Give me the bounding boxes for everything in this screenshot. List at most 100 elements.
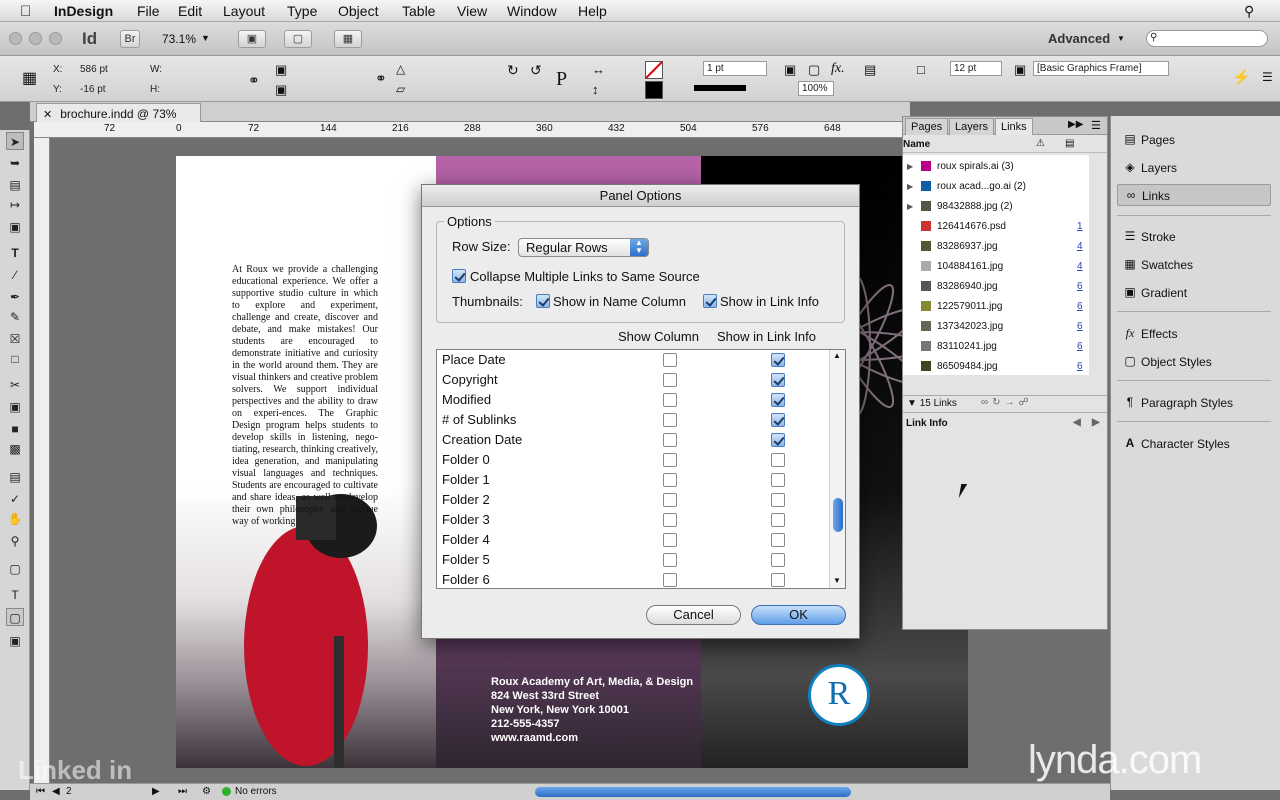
- content-collector-icon[interactable]: ▣: [6, 218, 24, 236]
- tab-layers[interactable]: Layers: [949, 118, 995, 135]
- horizontal-scrollbar-thumb[interactable]: [535, 787, 851, 797]
- last-page-icon[interactable]: ⏭: [178, 786, 187, 797]
- gap-tool-icon[interactable]: ↦: [6, 196, 24, 214]
- ok-button[interactable]: OK: [751, 605, 846, 625]
- status-column-icon[interactable]: ⚠: [1036, 138, 1045, 149]
- dock-layers[interactable]: ◈ Layers: [1117, 157, 1271, 179]
- view-options-icon[interactable]: ▣: [238, 30, 266, 48]
- dock-stroke[interactable]: ☰ Stroke: [1117, 226, 1271, 248]
- show-in-link-info-checkbox[interactable]: [771, 413, 785, 427]
- menu-view[interactable]: View: [457, 3, 487, 19]
- object-style-dropdown[interactable]: [Basic Graphics Frame]: [1033, 61, 1169, 76]
- vertical-ruler[interactable]: [34, 138, 50, 783]
- drop-shadow-icon[interactable]: ▢: [808, 62, 820, 78]
- list-item[interactable]: Folder 1: [437, 470, 829, 490]
- menu-table[interactable]: Table: [402, 3, 435, 19]
- opacity-field[interactable]: 100%: [798, 81, 834, 96]
- horizontal-ruler[interactable]: 72 0 72 144 216 288 360 432 504 576 648: [34, 122, 902, 138]
- zoom-window-button[interactable]: [49, 32, 62, 45]
- list-scrollbar[interactable]: ▲ ▼: [829, 350, 845, 588]
- show-in-link-info-checkbox[interactable]: [771, 353, 785, 367]
- menu-object[interactable]: Object: [338, 3, 378, 19]
- show-column-checkbox[interactable]: [663, 553, 677, 567]
- y-field[interactable]: -16 pt: [80, 84, 106, 95]
- link-info-header[interactable]: Link Info ◀ ▶: [903, 415, 1107, 433]
- dock-character-styles[interactable]: A Character Styles: [1117, 433, 1271, 455]
- rotation-icon[interactable]: △: [396, 62, 405, 76]
- link-row[interactable]: 86509484.jpg 6: [903, 357, 1089, 377]
- x-field[interactable]: 586 pt: [80, 64, 108, 75]
- show-in-link-info-checkbox[interactable]: [771, 533, 785, 547]
- show-in-link-info-checkbox[interactable]: [771, 373, 785, 387]
- stroke-swatch-icon[interactable]: [645, 81, 663, 99]
- flip-horizontal-icon[interactable]: ↔: [592, 62, 605, 77]
- address-block[interactable]: Roux Academy of Art, Media, & Design 824…: [491, 675, 701, 745]
- list-item[interactable]: Modified: [437, 390, 829, 410]
- panel-menu-icon[interactable]: ☰: [1091, 119, 1101, 132]
- link-page-number[interactable]: 6: [1077, 281, 1083, 292]
- gradient-swatch-tool-icon[interactable]: ■: [6, 420, 24, 438]
- dock-links[interactable]: ∞ Links: [1117, 184, 1271, 206]
- list-item[interactable]: Folder 4: [437, 530, 829, 550]
- list-item[interactable]: Folder 2: [437, 490, 829, 510]
- link-scale-icon[interactable]: ⚭: [375, 70, 387, 87]
- chevron-down-icon[interactable]: ▼: [201, 33, 210, 43]
- tab-links[interactable]: Links: [995, 118, 1033, 135]
- next-page-icon[interactable]: ▶: [152, 786, 160, 797]
- line-tool-icon[interactable]: ∕: [6, 266, 24, 284]
- link-row[interactable]: 83110241.jpg 6: [903, 337, 1089, 357]
- rectangle-frame-tool-icon[interactable]: ☒: [6, 330, 24, 348]
- show-column-checkbox[interactable]: [663, 573, 677, 587]
- dock-paragraph-styles[interactable]: ¶ Paragraph Styles: [1117, 392, 1271, 414]
- list-item[interactable]: Folder 3: [437, 510, 829, 530]
- auto-fit-icon[interactable]: □: [917, 62, 925, 77]
- menu-edit[interactable]: Edit: [178, 3, 202, 19]
- panel-menu-icon[interactable]: ☰: [1262, 70, 1273, 84]
- menu-file[interactable]: File: [137, 3, 160, 19]
- link-row[interactable]: 104884161.jpg 4: [903, 257, 1089, 277]
- link-page-number[interactable]: 6: [1077, 321, 1083, 332]
- show-column-checkbox[interactable]: [663, 453, 677, 467]
- link-page-number[interactable]: 4: [1077, 241, 1083, 252]
- show-in-link-info-checkbox[interactable]: [771, 473, 785, 487]
- list-item[interactable]: Folder 6: [437, 570, 829, 588]
- page-number-field[interactable]: 2: [66, 786, 72, 797]
- app-menu[interactable]: InDesign: [54, 3, 113, 19]
- preflight-icon[interactable]: ⚙: [202, 786, 211, 797]
- direct-selection-tool-icon[interactable]: ➥: [6, 154, 24, 172]
- show-in-link-info-checkbox[interactable]: [771, 493, 785, 507]
- link-row[interactable]: 83286937.jpg 4: [903, 237, 1089, 257]
- thumb-link-info-checkbox[interactable]: [703, 294, 717, 308]
- show-column-checkbox[interactable]: [663, 533, 677, 547]
- thumb-name-column-checkbox[interactable]: [536, 294, 550, 308]
- disclosure-triangle-icon[interactable]: ▶: [907, 182, 913, 191]
- link-page-number[interactable]: 6: [1077, 341, 1083, 352]
- document-tab[interactable]: ✕ brochure.indd @ 73%: [36, 103, 201, 122]
- link-row[interactable]: 122579011.jpg 6: [903, 297, 1089, 317]
- stroke-type-icon[interactable]: [694, 85, 746, 91]
- dock-swatches[interactable]: ▦ Swatches: [1117, 254, 1271, 276]
- link-actions-icon[interactable]: ∞↻→☍: [981, 397, 1033, 408]
- roux-academy-logo[interactable]: R: [808, 664, 870, 726]
- list-item[interactable]: # of Sublinks: [437, 410, 829, 430]
- link-row[interactable]: ▶ roux acad...go.ai (2): [903, 177, 1089, 197]
- show-column-checkbox[interactable]: [663, 473, 677, 487]
- show-in-link-info-checkbox[interactable]: [771, 553, 785, 567]
- previous-link-icon[interactable]: ◀: [1073, 417, 1081, 428]
- text-wrap-icon[interactable]: ▤: [864, 62, 876, 78]
- name-column-header[interactable]: Name: [903, 139, 930, 150]
- fill-stroke-icon[interactable]: ▢: [6, 560, 24, 578]
- links-list[interactable]: ▶ roux spirals.ai (3) ▶ roux acad...go.ai (…: [903, 155, 1089, 375]
- free-transform-tool-icon[interactable]: ▣: [6, 398, 24, 416]
- scroll-down-icon[interactable]: ▼: [833, 576, 841, 585]
- screen-mode-icon[interactable]: ▢: [284, 30, 312, 48]
- show-column-checkbox[interactable]: [663, 513, 677, 527]
- list-item[interactable]: Copyright: [437, 370, 829, 390]
- body-copy[interactable]: At Roux we provide a challenging educati…: [232, 264, 378, 528]
- minimize-window-button[interactable]: [29, 32, 42, 45]
- show-in-link-info-checkbox[interactable]: [771, 573, 785, 587]
- show-column-checkbox[interactable]: [663, 413, 677, 427]
- close-window-button[interactable]: [9, 32, 22, 45]
- type-tool-icon[interactable]: T: [6, 244, 24, 262]
- rectangle-tool-icon[interactable]: □: [6, 350, 24, 368]
